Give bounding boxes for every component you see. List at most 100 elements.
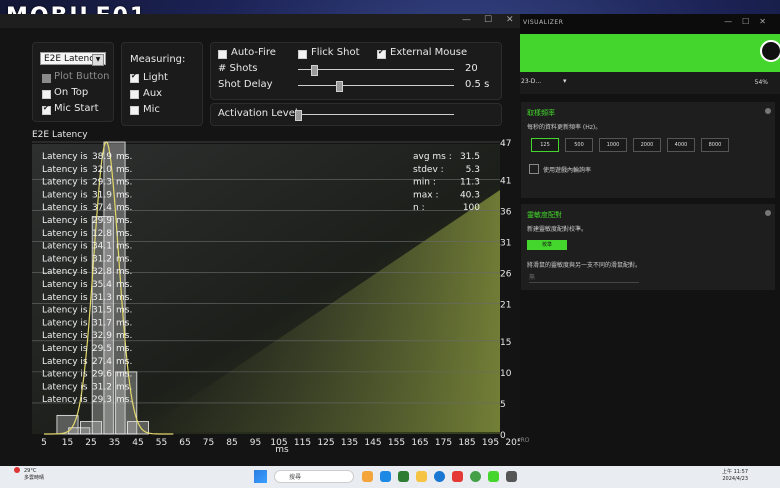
latency-unit: ms. (116, 254, 132, 264)
latency-value: 34.1 (92, 242, 112, 252)
rate-option-4000[interactable]: 4000 (667, 138, 695, 152)
x-tick-label: 135 (341, 438, 358, 448)
latency-prefix: Latency is (42, 331, 88, 341)
latency-unit: ms. (116, 293, 132, 303)
stat-value: 11.3 (460, 178, 480, 188)
device-select[interactable]: 23-D... (521, 78, 541, 85)
stat-label: n : (413, 203, 425, 213)
razer-window: VISUALIZER —☐✕ 23-D... ▾ 54% 取樣頻率 每秒的資料更… (513, 14, 780, 466)
latency-value: 31.7 (92, 318, 112, 328)
taskbar-app-icon[interactable] (452, 471, 463, 482)
x-tick-label: 75 (203, 438, 214, 448)
latency-prefix: Latency is (42, 178, 88, 188)
latency-unit: ms. (116, 165, 132, 175)
stat-label: min : (413, 178, 436, 188)
polling-rate-desc: 每秒的資料更新頻率 (Hz)。 (527, 124, 602, 131)
latency-unit: ms. (116, 242, 132, 252)
latency-prefix: Latency is (42, 152, 88, 162)
stat-value: 40.3 (460, 190, 480, 200)
polling-rate-panel: 取樣頻率 每秒的資料更新頻率 (Hz)。 125 500 1000 2000 4… (521, 102, 775, 198)
x-tick-label: 35 (109, 438, 120, 448)
stat-label: max : (413, 190, 439, 200)
latency-prefix: Latency is (42, 242, 88, 252)
x-tick-label: 185 (458, 438, 475, 448)
edge-icon[interactable] (434, 471, 445, 482)
polling-rate-options: 125 500 1000 2000 4000 8000 (531, 138, 729, 152)
latency-prefix: Latency is (42, 382, 88, 392)
weather-icon[interactable] (14, 467, 20, 473)
settings-gear-icon[interactable] (760, 40, 780, 62)
windows-start-icon[interactable] (254, 470, 267, 483)
x-tick-label: 125 (317, 438, 334, 448)
razer-title: VISUALIZER (523, 19, 564, 26)
file-explorer-icon[interactable] (416, 471, 427, 482)
latency-value: 31.2 (92, 254, 112, 264)
latency-value: 32.9 (92, 331, 112, 341)
x-tick-label: 15 (62, 438, 73, 448)
latency-prefix: Latency is (42, 395, 88, 405)
latency-value: 31.3 (92, 293, 112, 303)
taskbar-app-icon[interactable] (398, 471, 409, 482)
latency-prefix: Latency is (42, 267, 88, 277)
rate-option-2000[interactable]: 2000 (633, 138, 661, 152)
chevron-down-icon[interactable]: ▾ (563, 77, 567, 85)
y-tick-label: 15 (500, 338, 511, 348)
latency-prefix: Latency is (42, 280, 88, 290)
latency-unit: ms. (116, 344, 132, 354)
weather-temp: 29°C (24, 468, 37, 474)
x-tick-label: 145 (364, 438, 381, 448)
taskbar-search[interactable]: 搜尋 (274, 470, 354, 483)
y-tick-label: 10 (500, 369, 512, 379)
taskbar-app-icon[interactable] (506, 471, 517, 482)
latency-value: 37.4 (92, 203, 112, 213)
x-tick-label: 85 (226, 438, 237, 448)
x-tick-label: 65 (179, 438, 190, 448)
chrome-icon[interactable] (470, 471, 481, 482)
latency-unit: ms. (116, 229, 132, 239)
taskbar-app-icon[interactable] (362, 471, 373, 482)
latency-prefix: Latency is (42, 216, 88, 226)
dynamic-polling-label: 使用遊戲內輪詢率 (543, 167, 592, 174)
y-tick-label: 26 (500, 269, 512, 279)
calibration-select[interactable]: 無 (529, 272, 639, 283)
latency-value: 32.0 (92, 165, 112, 175)
latency-unit: ms. (116, 280, 132, 290)
y-tick-label: 5 (500, 400, 506, 410)
razer-window-buttons[interactable]: —☐✕ (724, 17, 776, 26)
latency-unit: ms. (116, 203, 132, 213)
latency-value: 29.5 (92, 344, 112, 354)
latency-prefix: Latency is (42, 293, 88, 303)
y-tick-label: 41 (500, 176, 511, 186)
y-tick-label: 31 (500, 238, 511, 248)
stat-label: stdev : (413, 165, 444, 175)
latency-prefix: Latency is (42, 190, 88, 200)
latency-unit: ms. (116, 395, 132, 405)
latency-unit: ms. (116, 357, 132, 367)
rate-option-125[interactable]: 125 (531, 138, 559, 152)
rate-option-8000[interactable]: 8000 (701, 138, 729, 152)
calibration-title: 靈敏度配對 (527, 211, 562, 219)
rate-option-1000[interactable]: 1000 (599, 138, 627, 152)
razer-icon[interactable] (488, 471, 499, 482)
weather-widget[interactable]: 29°C 多雲時晴 (24, 468, 44, 482)
dynamic-polling-checkbox[interactable] (529, 164, 539, 174)
latency-value: 29.6 (92, 370, 112, 380)
y-tick-label: 47 (500, 139, 511, 149)
calibrate-button[interactable]: 校準 (527, 240, 567, 250)
latency-unit: ms. (116, 190, 132, 200)
info-icon[interactable] (765, 210, 771, 216)
latency-unit: ms. (116, 382, 132, 392)
latency-value: 31.2 (92, 382, 112, 392)
latency-value: 27.4 (92, 357, 112, 367)
x-tick-label: 205 (505, 438, 520, 448)
x-tick-label: 175 (435, 438, 452, 448)
latency-prefix: Latency is (42, 203, 88, 213)
info-icon[interactable] (765, 108, 771, 114)
taskbar-clock[interactable]: 上午 11:57 2024/4/23 (722, 469, 748, 483)
stat-value: 31.5 (460, 152, 480, 162)
rate-option-500[interactable]: 500 (565, 138, 593, 152)
stat-value: 100 (463, 203, 480, 213)
x-tick-label: 25 (85, 438, 96, 448)
latency-value: 29.3 (92, 395, 112, 405)
taskbar-app-icon[interactable] (380, 471, 391, 482)
